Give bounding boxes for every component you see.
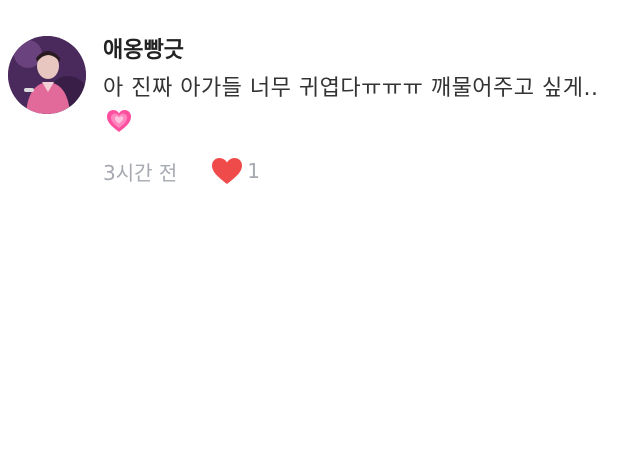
- avatar-image: [8, 36, 86, 114]
- like-button[interactable]: 1: [211, 157, 260, 185]
- avatar[interactable]: [8, 36, 86, 114]
- username[interactable]: 애옹빵긋: [103, 36, 613, 66]
- comment-meta: 3시간 전 1: [103, 156, 613, 186]
- comment-body: 애옹빵긋 아 진짜 아가들 너무 귀엽다ㅠㅠㅠ 깨물어주고 싶게.. 3시간 전…: [103, 36, 613, 186]
- comment-timestamp: 3시간 전: [103, 160, 178, 185]
- growing-heart-icon: [107, 110, 131, 132]
- like-count: 1: [247, 159, 261, 183]
- comment-text-container: 아 진짜 아가들 너무 귀엽다ㅠㅠㅠ 깨물어주고 싶게..: [103, 72, 613, 140]
- comment-text: 아 진짜 아가들 너무 귀엽다ㅠㅠㅠ 깨물어주고 싶게..: [103, 76, 599, 101]
- comment-item: 애옹빵긋 아 진짜 아가들 너무 귀엽다ㅠㅠㅠ 깨물어주고 싶게.. 3시간 전…: [0, 0, 623, 467]
- heart-icon[interactable]: [211, 157, 243, 185]
